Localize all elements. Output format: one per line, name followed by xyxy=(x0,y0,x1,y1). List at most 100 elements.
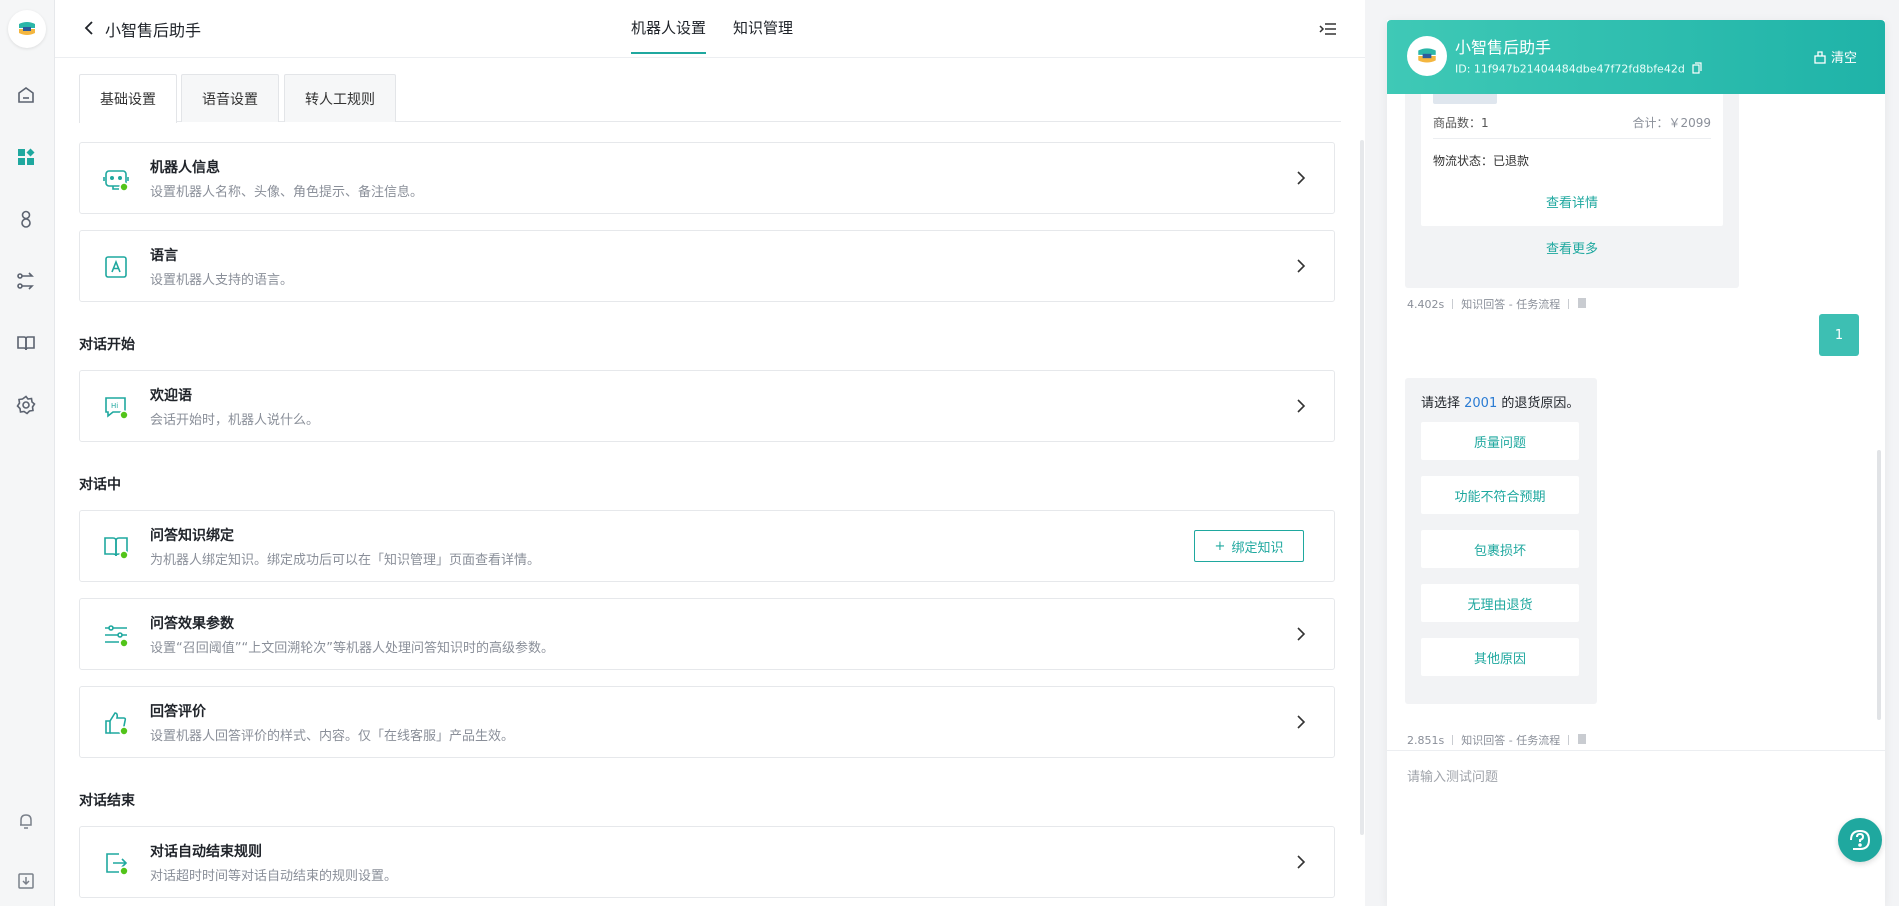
menu-collapse-icon[interactable] xyxy=(1317,18,1339,40)
card-welcome[interactable]: Hi 欢迎语 会话开始时，机器人说什么。 xyxy=(79,370,1335,442)
flow-icon[interactable] xyxy=(13,268,39,294)
chat-bot-id: ID: 11f947b21404484dbe47f72fd8bfe42d xyxy=(1455,62,1702,77)
response-time: 2.851s xyxy=(1407,733,1445,747)
plus-icon: + xyxy=(1214,538,1226,554)
card-qa-params[interactable]: 问答效果参数 设置“召回阈值”“上文回溯轮次”等机器人处理问答知识时的高级参数。 xyxy=(79,598,1335,670)
chat-messages: 商品数：1 合计：￥2099 物流状态：已退款 查看详情 查看更多 4.402s… xyxy=(1387,94,1885,750)
card-title: 问答效果参数 xyxy=(150,616,234,632)
chat-input-area xyxy=(1387,750,1885,906)
chevron-right-icon xyxy=(1292,625,1310,643)
language-icon xyxy=(102,253,130,281)
home-icon[interactable] xyxy=(13,82,39,108)
chat-header: 小智售后助手 ID: 11f947b21404484dbe47f72fd8bfe… xyxy=(1387,20,1885,94)
card-answer-feedback[interactable]: 回答评价 设置机器人回答评价的样式、内容。仅「在线客服」产品生效。 xyxy=(79,686,1335,758)
order-number-link[interactable]: 2001 xyxy=(1464,396,1497,411)
test-question-input[interactable] xyxy=(1407,765,1847,789)
chat-scrollbar[interactable] xyxy=(1877,450,1881,720)
card-title: 对话自动结束规则 xyxy=(150,844,262,860)
message-meta: 4.402s 知识回答 - 任务流程 xyxy=(1407,296,1587,312)
bot-avatar xyxy=(1407,36,1447,76)
card-title: 机器人信息 xyxy=(150,160,220,176)
doc-icon[interactable] xyxy=(1577,297,1587,312)
card-language[interactable]: 语言 设置机器人支持的语言。 xyxy=(79,230,1335,302)
bell-icon[interactable] xyxy=(13,808,39,834)
help-button[interactable] xyxy=(1838,818,1882,862)
book-icon[interactable] xyxy=(13,330,39,356)
welcome-chat-icon: Hi xyxy=(102,393,130,421)
option-no-reason-return[interactable]: 无理由退货 xyxy=(1421,584,1579,622)
order-card: 商品数：1 合计：￥2099 物流状态：已退款 查看详情 xyxy=(1421,94,1723,226)
question-icon xyxy=(1850,829,1871,850)
section-title-start: 对话开始 xyxy=(79,337,135,353)
bind-knowledge-button[interactable]: + 绑定知识 xyxy=(1194,530,1304,562)
reply-suffix: 的退货原因。 xyxy=(1497,396,1580,411)
chevron-right-icon xyxy=(1292,169,1310,187)
sliders-icon xyxy=(102,621,130,649)
tab-robot-settings[interactable]: 机器人设置 xyxy=(631,17,707,54)
card-desc: 为机器人绑定知识。绑定成功后可以在「知识管理」页面查看详情。 xyxy=(150,553,541,568)
user-message: 1 xyxy=(1819,314,1859,356)
option-quality-issue[interactable]: 质量问题 xyxy=(1421,422,1579,460)
main-scrollbar[interactable] xyxy=(1360,140,1364,835)
order-total: 合计：￥2099 xyxy=(1632,116,1711,130)
section-title-during: 对话中 xyxy=(79,477,121,493)
chevron-right-icon xyxy=(1292,853,1310,871)
exit-icon xyxy=(102,849,130,877)
sub-tabs: 基础设置 语音设置 转人工规则 xyxy=(79,74,1341,123)
chevron-right-icon xyxy=(1292,257,1310,275)
copy-icon[interactable] xyxy=(1692,62,1702,77)
card-desc: 设置“召回阈值”“上文回溯轮次”等机器人处理问答知识时的高级参数。 xyxy=(150,641,554,656)
bind-knowledge-label: 绑定知识 xyxy=(1231,540,1284,556)
section-title-end: 对话结束 xyxy=(79,793,135,809)
card-title: 欢迎语 xyxy=(150,388,192,404)
page-title: 小智售后助手 xyxy=(105,21,202,40)
clear-label: 清空 xyxy=(1830,51,1857,66)
chat-bot-name: 小智售后助手 xyxy=(1455,38,1552,57)
card-title: 问答知识绑定 xyxy=(150,528,234,544)
subtab-voice-settings[interactable]: 语音设置 xyxy=(181,74,279,122)
option-package-damaged[interactable]: 包裹损坏 xyxy=(1421,530,1579,568)
card-auto-end-rules[interactable]: 对话自动结束规则 对话超时时间等对话自动结束的规则设置。 xyxy=(79,826,1335,898)
app-logo[interactable] xyxy=(8,10,46,48)
reply-text: 请选择 2001 的退货原因。 xyxy=(1421,392,1579,411)
view-more-link[interactable]: 查看更多 xyxy=(1405,238,1739,257)
card-title: 回答评价 xyxy=(150,704,206,720)
gear-icon[interactable] xyxy=(13,392,39,418)
card-desc: 会话开始时，机器人说什么。 xyxy=(150,413,320,428)
apps-icon[interactable] xyxy=(13,144,39,170)
card-desc: 设置机器人支持的语言。 xyxy=(150,273,294,288)
top-bar: 小智售后助手 机器人设置 知识管理 xyxy=(55,0,1365,58)
robot-icon xyxy=(102,165,130,193)
order-message-bubble: 商品数：1 合计：￥2099 物流状态：已退款 查看详情 查看更多 xyxy=(1405,94,1739,288)
reply-prefix: 请选择 xyxy=(1421,396,1465,411)
card-desc: 对话超时时间等对话自动结束的规则设置。 xyxy=(150,869,398,884)
chat-test-panel: 小智售后助手 ID: 11f947b21404484dbe47f72fd8bfe… xyxy=(1387,20,1885,906)
view-detail-link[interactable]: 查看详情 xyxy=(1421,192,1723,211)
response-source: 知识回答 - 任务流程 xyxy=(1461,298,1561,311)
card-qa-knowledge-bind: 问答知识绑定 为机器人绑定知识。绑定成功后可以在「知识管理」页面查看详情。 + 绑… xyxy=(79,510,1335,582)
card-desc: 设置机器人名称、头像、角色提示、备注信息。 xyxy=(150,185,424,200)
card-title: 语言 xyxy=(150,248,178,264)
subtab-transfer-rules[interactable]: 转人工规则 xyxy=(284,74,396,122)
back-arrow-icon[interactable] xyxy=(79,18,99,38)
thumbs-up-icon xyxy=(102,709,130,737)
book-open-icon xyxy=(102,533,130,561)
option-other-reason[interactable]: 其他原因 xyxy=(1421,638,1579,676)
chevron-right-icon xyxy=(1292,713,1310,731)
response-source: 知识回答 - 任务流程 xyxy=(1461,734,1561,747)
subtab-basic-settings[interactable]: 基础设置 xyxy=(79,74,177,123)
broom-icon xyxy=(1814,50,1826,64)
chevron-right-icon xyxy=(1292,397,1310,415)
clear-chat-button[interactable]: 清空 xyxy=(1813,47,1857,66)
card-robot-info[interactable]: 机器人信息 设置机器人名称、头像、角色提示、备注信息。 xyxy=(79,142,1335,214)
doc-icon[interactable] xyxy=(1577,733,1587,748)
svg-text:Hi: Hi xyxy=(111,402,118,410)
product-thumbnail xyxy=(1433,94,1497,104)
left-rail xyxy=(0,0,55,906)
logistics-status: 物流状态：已退款 xyxy=(1433,154,1530,168)
user-icon[interactable] xyxy=(13,206,39,232)
download-icon[interactable] xyxy=(13,868,39,894)
tab-knowledge-management[interactable]: 知识管理 xyxy=(733,17,793,38)
order-item-count: 商品数：1 xyxy=(1433,116,1489,130)
option-not-as-expected[interactable]: 功能不符合预期 xyxy=(1421,476,1579,514)
